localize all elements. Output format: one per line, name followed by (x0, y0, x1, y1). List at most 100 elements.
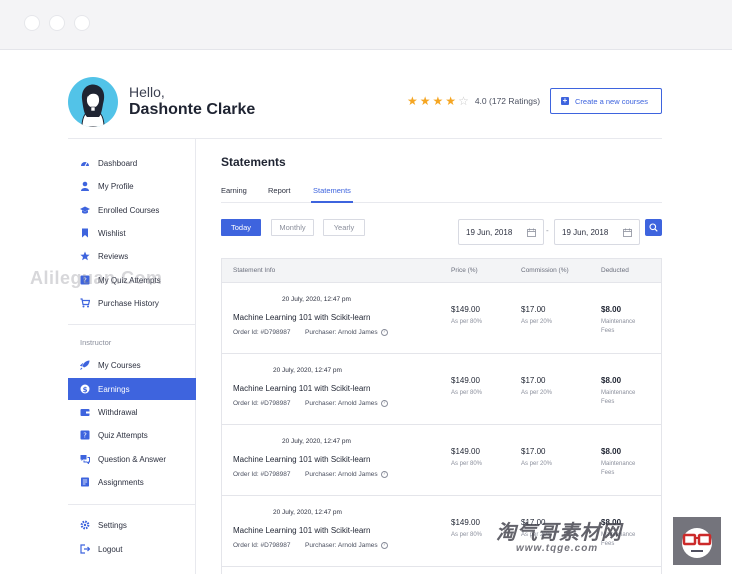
graduation-cap-icon (80, 205, 90, 215)
rating-text: 4.0 (172 Ratings) (474, 96, 541, 106)
tab-report[interactable]: Report (268, 186, 291, 195)
cart-icon (80, 298, 90, 308)
sidebar-item-label: Quiz Attempts (98, 430, 148, 440)
gear-icon (80, 520, 90, 530)
statement-date: 20 July, 2020, 12:47 pm (282, 438, 351, 445)
sidebar-item-enrolled-courses[interactable]: Enrolled Courses (68, 200, 196, 220)
date-to-field[interactable]: 19 Jun, 2018 (554, 219, 640, 245)
calendar-icon (623, 228, 632, 237)
info-icon[interactable]: ? (380, 542, 388, 549)
filter-today-button[interactable]: Today (221, 219, 261, 236)
deducted-note-2: Fees (601, 328, 615, 334)
sidebar-item-settings[interactable]: Settings (68, 515, 196, 535)
page-title: Statements (221, 155, 286, 169)
sidebar-item-label: Withdrawal (98, 407, 138, 417)
deducted-note-2: Fees (601, 470, 615, 476)
price-amount: $149.00 (451, 305, 480, 314)
sidebar-item-label: Question & Answer (98, 454, 167, 464)
sidebar-item-label: My Profile (98, 181, 134, 191)
table-row: 20 July, 2020, 12:47 pm Machine Learning… (222, 354, 661, 425)
sidebar-item-my-courses[interactable]: My Courses (68, 355, 196, 375)
search-icon (649, 223, 658, 232)
dashboard-icon (80, 158, 90, 168)
purchaser: Purchaser: Arnold James? (305, 329, 388, 336)
deducted-note-1: Maintenance (601, 390, 636, 396)
info-icon[interactable]: ? (380, 471, 388, 478)
svg-text:$: $ (83, 386, 88, 394)
star-icon: ★ (432, 94, 444, 108)
purchaser: Purchaser: Arnold James? (305, 471, 388, 478)
qa-icon (80, 454, 90, 464)
purchaser-name: Purchaser: Arnold James (305, 542, 378, 549)
watermark-right: 淘气哥素材网 (496, 522, 622, 544)
search-button[interactable] (645, 219, 662, 236)
course-title: Machine Learning 101 with Scikit-learn (233, 313, 371, 322)
star-icon: ★ (407, 94, 418, 108)
table-row: 20 July, 2020, 12:47 pm Machine Learning… (222, 425, 661, 496)
sidebar-item-label: Earnings (98, 384, 130, 394)
deducted-note-1: Maintenance (601, 461, 636, 467)
watermark-left: Alileguan.Com (30, 268, 163, 288)
sidebar-item-purchase-history[interactable]: Purchase History (68, 293, 196, 313)
table-header: Statement Info Price (%) Commission (%) … (222, 259, 661, 283)
purchaser-name: Purchaser: Arnold James (305, 329, 378, 336)
instructor-rating: ★ ★ ★ ★ ☆ 4.0 (172 Ratings) (407, 95, 540, 107)
course-title: Machine Learning 101 with Scikit-learn (233, 455, 371, 464)
create-course-button[interactable]: + Create a new courses (550, 88, 662, 114)
sidebar-item-my-profile[interactable]: My Profile (68, 176, 196, 196)
star-icon: ★ (445, 94, 457, 108)
user-icon (80, 181, 90, 191)
tab-earning[interactable]: Earning (221, 186, 247, 195)
tab-statements[interactable]: Statements (313, 186, 351, 195)
window-minimize-dot[interactable] (50, 16, 64, 30)
sidebar-item-logout[interactable]: Logout (68, 539, 196, 559)
sidebar-item-label: Dashboard (98, 158, 138, 168)
statement-date: 20 July, 2020, 12:47 pm (282, 296, 351, 303)
quiz-icon: ? (80, 430, 90, 440)
filter-yearly-button[interactable]: Yearly (323, 219, 365, 236)
dollar-icon: $ (80, 384, 90, 394)
course-title: Machine Learning 101 with Scikit-learn (233, 384, 371, 393)
commission-amount: $17.00 (521, 376, 546, 385)
instructor-section-label: Instructor (80, 338, 112, 347)
window-maximize-dot[interactable] (75, 16, 89, 30)
date-from-field[interactable]: 19 Jun, 2018 (458, 219, 544, 245)
star-outline-icon: ☆ (458, 94, 469, 108)
sidebar-item-reviews[interactable]: Reviews (68, 246, 196, 266)
price-amount: $149.00 (451, 518, 480, 527)
sidebar-item-dashboard[interactable]: Dashboard (68, 153, 196, 173)
sidebar-item-quiz-attempts[interactable]: ? Quiz Attempts (68, 425, 196, 445)
window-close-dot[interactable] (25, 16, 39, 30)
sidebar-item-assignments[interactable]: Assignments (68, 472, 196, 492)
column-header-price: Price (%) (451, 267, 478, 274)
star-icon (80, 251, 90, 261)
price-note: As per 80% (451, 532, 483, 538)
avatar (68, 77, 118, 127)
sidebar-item-earnings[interactable]: $ Earnings (68, 378, 196, 400)
sidebar-item-label: Enrolled Courses (98, 205, 160, 215)
deducted-amount: $8.00 (601, 305, 622, 314)
sidebar-item-wishlist[interactable]: Wishlist (68, 223, 196, 243)
filter-monthly-button[interactable]: Monthly (271, 219, 314, 236)
create-course-label: Create a new courses (575, 96, 648, 106)
sidebar-item-question-answer[interactable]: Question & Answer (68, 449, 196, 469)
purchaser-name: Purchaser: Arnold James (305, 400, 378, 407)
rocket-icon (80, 360, 90, 370)
info-icon[interactable]: ? (380, 329, 388, 336)
app-window: Hello, Dashonte Clarke ★ ★ ★ ★ ☆ 4.0 (17… (0, 0, 732, 574)
date-to-value: 19 Jun, 2018 (562, 227, 609, 237)
price-note: As per 80% (451, 390, 483, 396)
avatar-illustration (81, 84, 105, 127)
commission-amount: $17.00 (521, 447, 546, 456)
commission-amount: $17.00 (521, 305, 546, 314)
sidebar-item-label: Assignments (98, 477, 144, 487)
sidebar: Dashboard My Profile Enrolled Courses Wi… (68, 139, 196, 574)
column-header-statement-info: Statement Info (233, 267, 276, 274)
user-name: Dashonte Clarke (129, 101, 256, 118)
sidebar-item-withdrawal[interactable]: Withdrawal (68, 402, 196, 422)
purchaser: Purchaser: Arnold James? (305, 400, 388, 407)
sidebar-item-label: Purchase History (98, 298, 159, 308)
course-title: Machine Learning 101 with Scikit-learn (233, 526, 371, 535)
info-icon[interactable]: ? (380, 400, 388, 407)
price-note: As per 80% (451, 319, 483, 325)
